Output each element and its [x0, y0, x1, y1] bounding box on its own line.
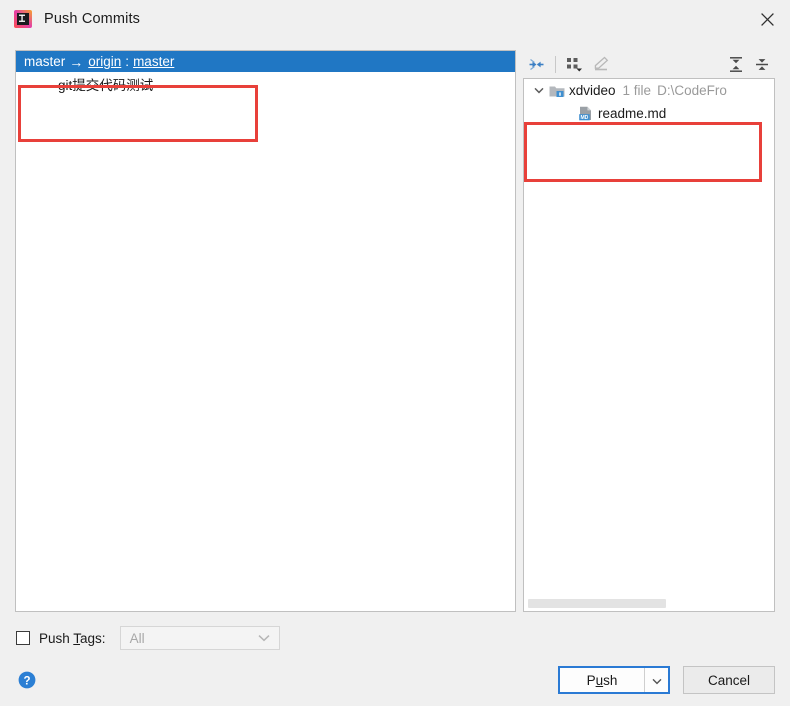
scrollbar-thumb[interactable] — [528, 599, 666, 608]
chevron-down-icon[interactable] — [531, 87, 547, 94]
branch-separator: : — [125, 54, 130, 69]
remote-branch-link[interactable]: master — [133, 54, 174, 69]
cancel-button[interactable]: Cancel — [683, 666, 775, 694]
expand-all-icon[interactable] — [723, 52, 749, 76]
tree-node-module[interactable]: xdvideo 1 file D:\CodeFro — [524, 79, 774, 102]
module-file-count: 1 file — [622, 83, 652, 98]
push-split-button[interactable]: Pu sh — [558, 666, 670, 694]
push-dropdown-toggle[interactable] — [644, 668, 668, 692]
window-titlebar: Push Commits — [0, 0, 790, 38]
dialog-content: master → origin : master git提交代码测试 xdvid… — [0, 38, 790, 706]
file-tree[interactable]: xdvideo 1 file D:\CodeFro MD readme.md — [523, 78, 775, 612]
help-circle-icon[interactable]: ? — [18, 671, 36, 689]
cancel-button-label: Cancel — [707, 672, 751, 688]
changed-files-panel: xdvideo 1 file D:\CodeFro MD readme.md — [523, 50, 775, 612]
svg-text:MD: MD — [580, 115, 588, 121]
tree-node-file[interactable]: MD readme.md — [524, 102, 774, 125]
files-horizontal-scrollbar[interactable] — [525, 597, 774, 610]
file-name: readme.md — [598, 106, 667, 121]
push-tags-label: Push Tags: — [39, 630, 106, 646]
commits-list-panel[interactable]: master → origin : master git提交代码测试 — [15, 50, 516, 612]
markdown-file-icon: MD — [578, 106, 593, 121]
remote-link[interactable]: origin — [88, 54, 121, 69]
dialog-buttons: Pu sh Cancel — [558, 666, 775, 694]
collapse-selection-icon[interactable] — [523, 52, 549, 76]
push-tags-dropdown[interactable]: All — [119, 626, 280, 650]
window-title: Push Commits — [44, 11, 141, 27]
toolbar-separator — [555, 55, 556, 73]
panel-splitter[interactable] — [516, 50, 523, 612]
commit-message: git提交代码测试 — [58, 78, 154, 93]
push-tags-checkbox[interactable] — [16, 631, 30, 645]
files-toolbar — [523, 50, 775, 78]
branch-header-row[interactable]: master → origin : master — [16, 51, 515, 72]
close-icon[interactable] — [744, 0, 790, 38]
chevron-down-icon — [652, 673, 662, 688]
chevron-down-icon — [258, 634, 270, 642]
edit-icon — [588, 52, 614, 76]
local-branch-label: master — [24, 54, 66, 69]
module-name: xdvideo — [569, 83, 616, 98]
module-folder-icon — [549, 84, 565, 98]
commit-list-item[interactable]: git提交代码测试 — [16, 72, 515, 96]
group-by-icon[interactable] — [562, 52, 588, 76]
collapse-all-icon[interactable] — [749, 52, 775, 76]
module-path: D:\CodeFro — [657, 83, 727, 98]
arrow-icon: → — [69, 53, 84, 70]
intellij-idea-icon — [14, 10, 32, 28]
push-button[interactable]: Pu sh — [560, 668, 644, 692]
push-tags-row: Push Tags: All — [16, 626, 280, 650]
push-tags-dropdown-value: All — [129, 630, 145, 646]
svg-text:?: ? — [23, 675, 30, 687]
